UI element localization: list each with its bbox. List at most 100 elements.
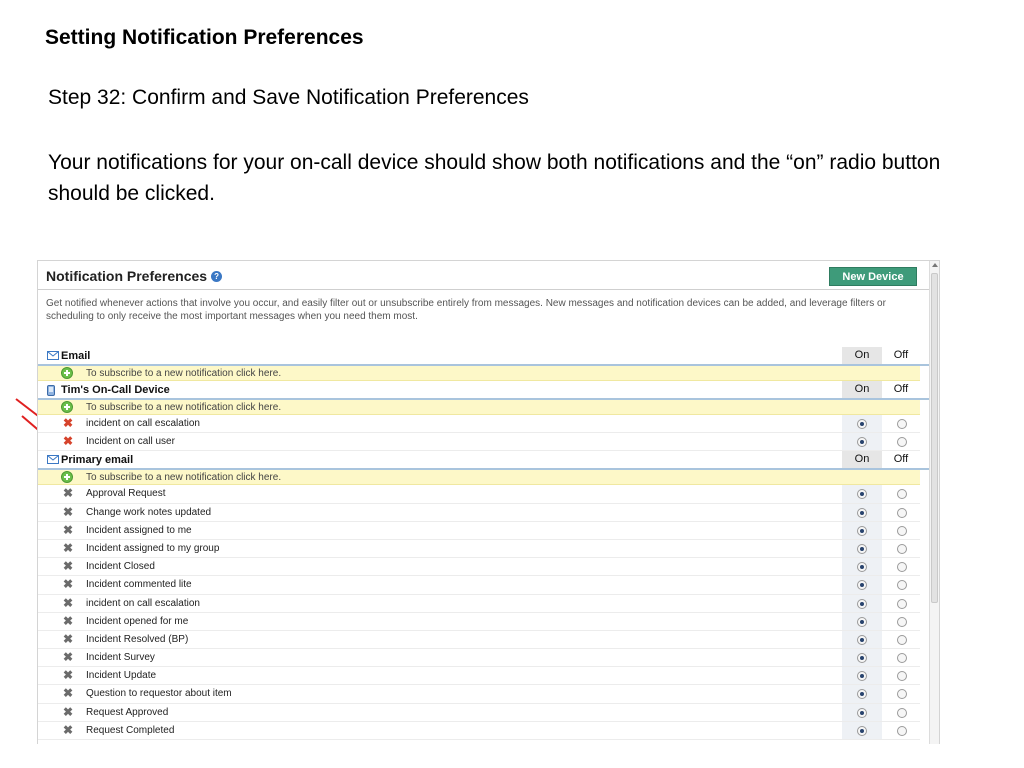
unsubscribe-x-icon[interactable]: ✖ bbox=[63, 578, 73, 590]
add-circle-icon[interactable] bbox=[61, 401, 73, 413]
notification-label[interactable]: Incident on call user bbox=[86, 436, 175, 447]
notification-row: ✖ Incident assigned to my group bbox=[38, 539, 920, 559]
notification-label[interactable]: Incident commented lite bbox=[86, 579, 192, 590]
notification-label[interactable]: Request Approved bbox=[86, 707, 168, 718]
section-label: Tim's On-Call Device bbox=[61, 384, 170, 396]
subscribe-link[interactable]: To subscribe to a new notification click… bbox=[86, 402, 281, 413]
notification-row: ✖ incident on call escalation bbox=[38, 594, 920, 613]
unsubscribe-x-icon[interactable]: ✖ bbox=[63, 633, 73, 645]
unsubscribe-x-icon[interactable]: ✖ bbox=[63, 506, 73, 518]
mobile-device-icon bbox=[47, 385, 55, 399]
notification-row: ✖ Incident Closed bbox=[38, 558, 920, 577]
unsubscribe-x-icon[interactable]: ✖ bbox=[63, 669, 73, 681]
off-radio[interactable] bbox=[897, 543, 907, 554]
notification-label[interactable]: incident on call escalation bbox=[86, 418, 200, 429]
column-off-header: Off bbox=[893, 453, 909, 466]
unsubscribe-x-icon[interactable]: ✖ bbox=[63, 724, 73, 736]
scroll-up-arrow-icon[interactable] bbox=[932, 263, 938, 267]
step-description: Your notifications for your on-call devi… bbox=[48, 151, 941, 205]
on-radio[interactable] bbox=[857, 507, 867, 518]
notification-row: ✖ Incident opened for me bbox=[38, 612, 920, 631]
notification-label[interactable]: Incident Survey bbox=[86, 652, 155, 663]
notification-row: ✖ Approval Request bbox=[38, 485, 920, 504]
on-radio[interactable] bbox=[857, 598, 867, 609]
on-radio[interactable] bbox=[857, 543, 867, 554]
notification-row: ✖ Question to requestor about item bbox=[38, 685, 920, 704]
notification-label[interactable]: Incident assigned to me bbox=[86, 525, 192, 536]
on-radio[interactable] bbox=[857, 634, 867, 645]
notification-row: ✖ Incident Survey bbox=[38, 649, 920, 668]
off-radio[interactable] bbox=[897, 634, 907, 645]
off-radio[interactable] bbox=[897, 562, 907, 573]
off-radio[interactable] bbox=[897, 707, 907, 718]
envelope-icon bbox=[47, 351, 59, 363]
unsubscribe-x-icon[interactable]: ✖ bbox=[63, 435, 73, 447]
notification-label[interactable]: Incident Closed bbox=[86, 561, 155, 572]
notification-row: ✖ Incident commented lite bbox=[38, 576, 920, 595]
notification-label[interactable]: Incident opened for me bbox=[86, 616, 188, 627]
unsubscribe-x-icon[interactable]: ✖ bbox=[63, 687, 73, 699]
off-radio[interactable] bbox=[897, 616, 907, 627]
subscribe-link-row[interactable]: To subscribe to a new notification click… bbox=[38, 366, 920, 381]
unsubscribe-x-icon[interactable]: ✖ bbox=[63, 524, 73, 536]
column-on-header: On bbox=[842, 347, 882, 364]
notification-label[interactable]: Change work notes updated bbox=[86, 507, 211, 518]
column-on-header: On bbox=[842, 381, 882, 398]
off-radio[interactable] bbox=[897, 671, 907, 682]
on-radio[interactable] bbox=[857, 653, 867, 664]
off-radio[interactable] bbox=[897, 437, 907, 448]
unsubscribe-x-icon[interactable]: ✖ bbox=[63, 417, 73, 429]
off-radio[interactable] bbox=[897, 525, 907, 536]
off-radio[interactable] bbox=[897, 489, 907, 500]
off-radio[interactable] bbox=[897, 507, 907, 518]
subscribe-link[interactable]: To subscribe to a new notification click… bbox=[86, 472, 281, 483]
subscribe-link-row[interactable]: To subscribe to a new notification click… bbox=[38, 400, 920, 415]
notification-row: ✖ Request Approved bbox=[38, 703, 920, 722]
unsubscribe-x-icon[interactable]: ✖ bbox=[63, 597, 73, 609]
notification-row: ✖ Incident assigned to me bbox=[38, 521, 920, 540]
subscribe-link-row[interactable]: To subscribe to a new notification click… bbox=[38, 470, 920, 486]
off-radio[interactable] bbox=[897, 689, 907, 700]
unsubscribe-x-icon[interactable]: ✖ bbox=[63, 542, 73, 554]
off-radio[interactable] bbox=[897, 598, 907, 609]
notification-label[interactable]: Request Completed bbox=[86, 725, 174, 736]
add-circle-icon[interactable] bbox=[61, 471, 73, 484]
notification-label[interactable]: Question to requestor about item bbox=[86, 688, 232, 699]
off-radio[interactable] bbox=[897, 419, 907, 429]
notification-sections: Email On Off To subscribe to a new notifica… bbox=[38, 347, 931, 740]
notification-label[interactable]: incident on call escalation bbox=[86, 598, 200, 609]
add-circle-icon[interactable] bbox=[61, 367, 73, 379]
unsubscribe-x-icon[interactable]: ✖ bbox=[63, 615, 73, 627]
envelope-icon bbox=[47, 455, 59, 467]
notification-label[interactable]: Incident Resolved (BP) bbox=[86, 634, 188, 645]
off-radio[interactable] bbox=[897, 653, 907, 664]
panel-description: Get notified whenever actions that invol… bbox=[46, 298, 886, 322]
column-on-header: On bbox=[842, 451, 882, 469]
notification-row: ✖ Request Completed bbox=[38, 721, 920, 740]
new-device-button[interactable]: New Device bbox=[829, 267, 917, 286]
on-radio[interactable] bbox=[857, 707, 867, 718]
notification-row: ✖ Incident Resolved (BP) bbox=[38, 630, 920, 650]
notification-label[interactable]: Incident assigned to my group bbox=[86, 543, 219, 554]
unsubscribe-x-icon[interactable]: ✖ bbox=[63, 487, 73, 499]
panel-divider bbox=[38, 289, 931, 290]
subscribe-link[interactable]: To subscribe to a new notification click… bbox=[86, 368, 281, 379]
on-radio[interactable] bbox=[857, 419, 867, 429]
on-radio[interactable] bbox=[857, 725, 867, 736]
off-radio[interactable] bbox=[897, 725, 907, 736]
column-off-header: Off bbox=[893, 383, 909, 395]
step-heading: Step 32: Confirm and Save Notification P… bbox=[48, 86, 529, 109]
scroll-thumb[interactable] bbox=[931, 273, 938, 603]
unsubscribe-x-icon[interactable]: ✖ bbox=[63, 560, 73, 572]
unsubscribe-x-icon[interactable]: ✖ bbox=[63, 706, 73, 718]
on-radio[interactable] bbox=[857, 525, 867, 536]
unsubscribe-x-icon[interactable]: ✖ bbox=[63, 651, 73, 663]
help-icon[interactable]: ? bbox=[211, 270, 223, 282]
on-radio[interactable] bbox=[857, 616, 867, 627]
off-radio[interactable] bbox=[897, 580, 907, 591]
notification-preferences-screenshot: Notification Preferences ? New Device Ge… bbox=[37, 260, 940, 744]
notification-label[interactable]: Approval Request bbox=[86, 488, 166, 499]
section-header-email: Email On Off bbox=[38, 347, 931, 366]
notification-label[interactable]: Incident Update bbox=[86, 670, 156, 681]
vertical-scrollbar[interactable] bbox=[929, 261, 939, 744]
